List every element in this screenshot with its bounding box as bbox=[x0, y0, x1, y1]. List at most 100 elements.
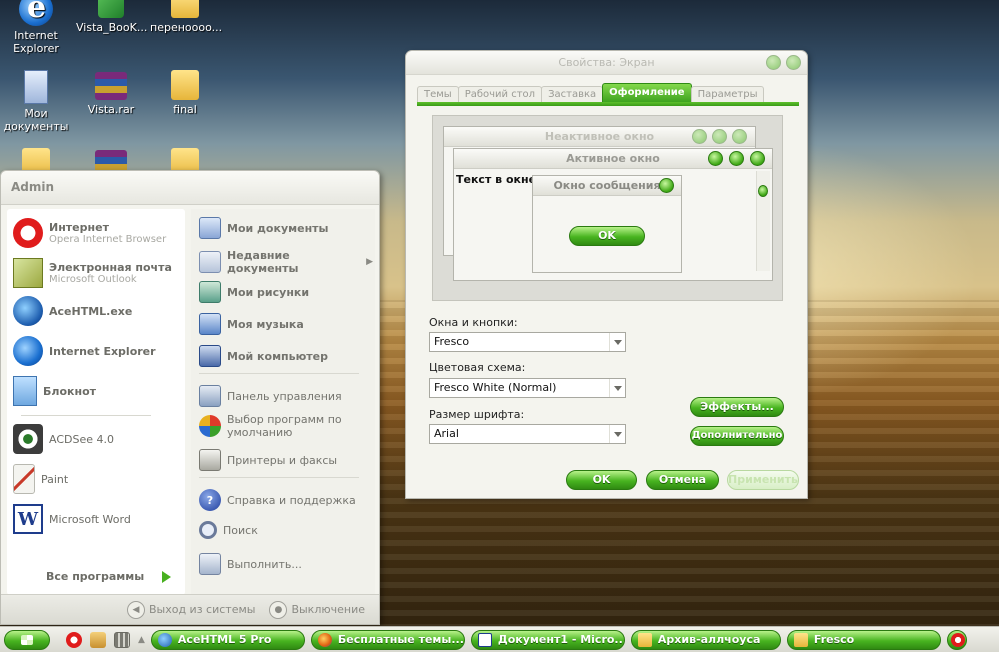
acehtml-icon bbox=[13, 296, 43, 326]
start-menu: Admin Интернет Opera Internet Browser Эле… bbox=[0, 170, 380, 625]
place-label: Мои документы bbox=[227, 221, 329, 235]
eye-icon bbox=[13, 424, 43, 454]
start-menu-username: Admin bbox=[1, 171, 379, 205]
color-scheme-select[interactable]: Fresco White (Normal) bbox=[429, 378, 626, 398]
submenu-arrow-icon: ▶ bbox=[366, 257, 373, 267]
taskbar-button-word[interactable]: Документ1 - Micro... bbox=[470, 629, 625, 650]
tab-appearance[interactable]: Оформление bbox=[602, 83, 692, 103]
chevron-down-icon[interactable] bbox=[609, 425, 625, 443]
preview-scroll-thumb bbox=[758, 185, 768, 197]
appearance-preview: Неактивное окно Активное окно Текст в ок… bbox=[432, 115, 783, 301]
windows-buttons-value: Fresco bbox=[434, 335, 470, 348]
taskbar-button-firefox[interactable]: Бесплатные темы... bbox=[310, 629, 465, 650]
desktop-icon-label: Vista.rar bbox=[87, 103, 135, 116]
folder-icon bbox=[637, 632, 652, 647]
help-button[interactable] bbox=[766, 55, 781, 70]
place-control-panel[interactable]: Панель управления bbox=[199, 385, 373, 407]
documents-icon bbox=[24, 70, 48, 104]
program-paint[interactable]: Paint bbox=[13, 461, 183, 497]
place-my-music[interactable]: Моя музыка bbox=[199, 313, 373, 335]
color-scheme-value: Fresco White (Normal) bbox=[434, 381, 557, 394]
book-icon bbox=[98, 0, 124, 18]
desktop-icon-vista-rar[interactable]: Vista.rar bbox=[76, 72, 146, 116]
place-search[interactable]: Поиск bbox=[199, 521, 373, 539]
tab-desktop[interactable]: Рабочий стол bbox=[457, 86, 543, 103]
divider bbox=[21, 415, 151, 416]
place-label: Моя музыка bbox=[227, 317, 304, 331]
chevron-down-icon[interactable] bbox=[609, 333, 625, 351]
close-button[interactable] bbox=[786, 55, 801, 70]
program-name: Paint bbox=[41, 472, 69, 486]
tab-settings[interactable]: Параметры bbox=[690, 86, 765, 103]
effects-button[interactable]: Эффекты... bbox=[690, 397, 784, 417]
place-my-computer[interactable]: Мой компьютер bbox=[199, 345, 373, 367]
tab-strip: Темы Рабочий стол Заставка Оформление Па… bbox=[417, 83, 765, 103]
logoff-label: Выход из системы bbox=[148, 603, 256, 616]
quicklaunch-chevron-icon[interactable]: ▲ bbox=[138, 635, 145, 645]
firefox-icon bbox=[317, 632, 332, 647]
desktop-icon-folder-perenos[interactable]: перенoooo... bbox=[150, 0, 223, 34]
shutdown-button[interactable]: ● Выключение bbox=[269, 600, 365, 619]
calculator-quicklaunch-icon[interactable] bbox=[114, 631, 130, 648]
start-button[interactable] bbox=[4, 629, 50, 650]
preview-close-icon bbox=[750, 151, 765, 166]
taskbar-button-label: AceHTML 5 Pro bbox=[177, 633, 272, 646]
opera-quicklaunch-icon[interactable] bbox=[66, 631, 82, 648]
all-programs-button[interactable]: Все программы bbox=[46, 570, 172, 583]
place-recent-documents[interactable]: Недавние документы ▶ bbox=[199, 249, 373, 275]
program-acehtml[interactable]: AceHTML.exe bbox=[13, 293, 183, 329]
desktop-icon-my-documents[interactable]: Мои документы bbox=[1, 70, 71, 133]
folder-icon bbox=[171, 70, 199, 100]
outlook-icon bbox=[13, 258, 43, 288]
program-acdsee[interactable]: ACDSee 4.0 bbox=[13, 421, 183, 457]
place-run[interactable]: Выполнить... bbox=[199, 553, 373, 575]
program-word[interactable]: W Microsoft Word bbox=[13, 501, 183, 537]
acehtml-icon bbox=[157, 632, 172, 647]
preview-scrollbar bbox=[756, 171, 770, 271]
program-name: Интернет bbox=[49, 221, 109, 234]
place-printers[interactable]: Принтеры и факсы bbox=[199, 449, 373, 471]
users-quicklaunch-icon[interactable] bbox=[90, 631, 106, 648]
taskbar-button-opera[interactable] bbox=[946, 629, 967, 650]
program-name: Электронная почта bbox=[49, 261, 172, 274]
program-opera[interactable]: Интернет Opera Internet Browser bbox=[13, 215, 183, 251]
taskbar-button-label: Документ1 - Micro... bbox=[497, 633, 625, 646]
opera-icon bbox=[13, 218, 43, 248]
taskbar-button-acehtml[interactable]: AceHTML 5 Pro bbox=[150, 629, 305, 650]
place-help[interactable]: ? Справка и поддержка bbox=[199, 489, 373, 511]
chevron-down-icon[interactable] bbox=[609, 379, 625, 397]
desktop-icon-folder-final[interactable]: final bbox=[150, 70, 220, 116]
program-notepad[interactable]: Блокнот bbox=[13, 373, 183, 409]
ok-button[interactable]: OK bbox=[566, 470, 637, 490]
tab-themes[interactable]: Темы bbox=[417, 86, 459, 103]
windows-logo-icon bbox=[21, 634, 33, 645]
taskbar-button-archive-folder[interactable]: Архив-аллчоуса bbox=[630, 629, 781, 650]
font-size-select[interactable]: Arial bbox=[429, 424, 626, 444]
desktop-icon-label: перенoooo... bbox=[150, 21, 223, 34]
place-default-programs[interactable]: Выбор программ по умолчанию bbox=[199, 413, 373, 439]
divider bbox=[199, 373, 359, 374]
folder-icon bbox=[793, 632, 808, 647]
program-internet-explorer[interactable]: Internet Explorer bbox=[13, 333, 183, 369]
tab-underline bbox=[417, 102, 799, 106]
preview-minimize-icon bbox=[692, 129, 707, 144]
program-name: Internet Explorer bbox=[49, 344, 156, 358]
windows-buttons-select[interactable]: Fresco bbox=[429, 332, 626, 352]
place-label: Справка и поддержка bbox=[227, 493, 356, 507]
desktop-icon-internet-explorer[interactable]: Internet Explorer bbox=[1, 0, 71, 55]
preview-window-text: Текст в окне bbox=[456, 173, 537, 186]
pictures-icon bbox=[199, 281, 221, 303]
desktop-icon-vista-book[interactable]: Vista_BooK... bbox=[76, 0, 147, 34]
program-outlook[interactable]: Электронная почта Microsoft Outlook bbox=[13, 255, 183, 291]
cancel-button[interactable]: Отмена bbox=[646, 470, 719, 490]
logoff-button[interactable]: ◀ Выход из системы bbox=[126, 600, 256, 619]
place-label: Недавние документы bbox=[227, 249, 299, 275]
advanced-button[interactable]: Дополнительно bbox=[690, 426, 784, 446]
apply-button[interactable]: Применить bbox=[727, 470, 799, 490]
preview-minimize-icon bbox=[708, 151, 723, 166]
place-my-pictures[interactable]: Мои рисунки bbox=[199, 281, 373, 303]
taskbar-button-fresco-folder[interactable]: Fresco bbox=[786, 629, 941, 650]
documents-icon bbox=[199, 217, 221, 239]
tab-screensaver[interactable]: Заставка bbox=[541, 86, 604, 103]
place-my-documents[interactable]: Мои документы bbox=[199, 217, 373, 239]
